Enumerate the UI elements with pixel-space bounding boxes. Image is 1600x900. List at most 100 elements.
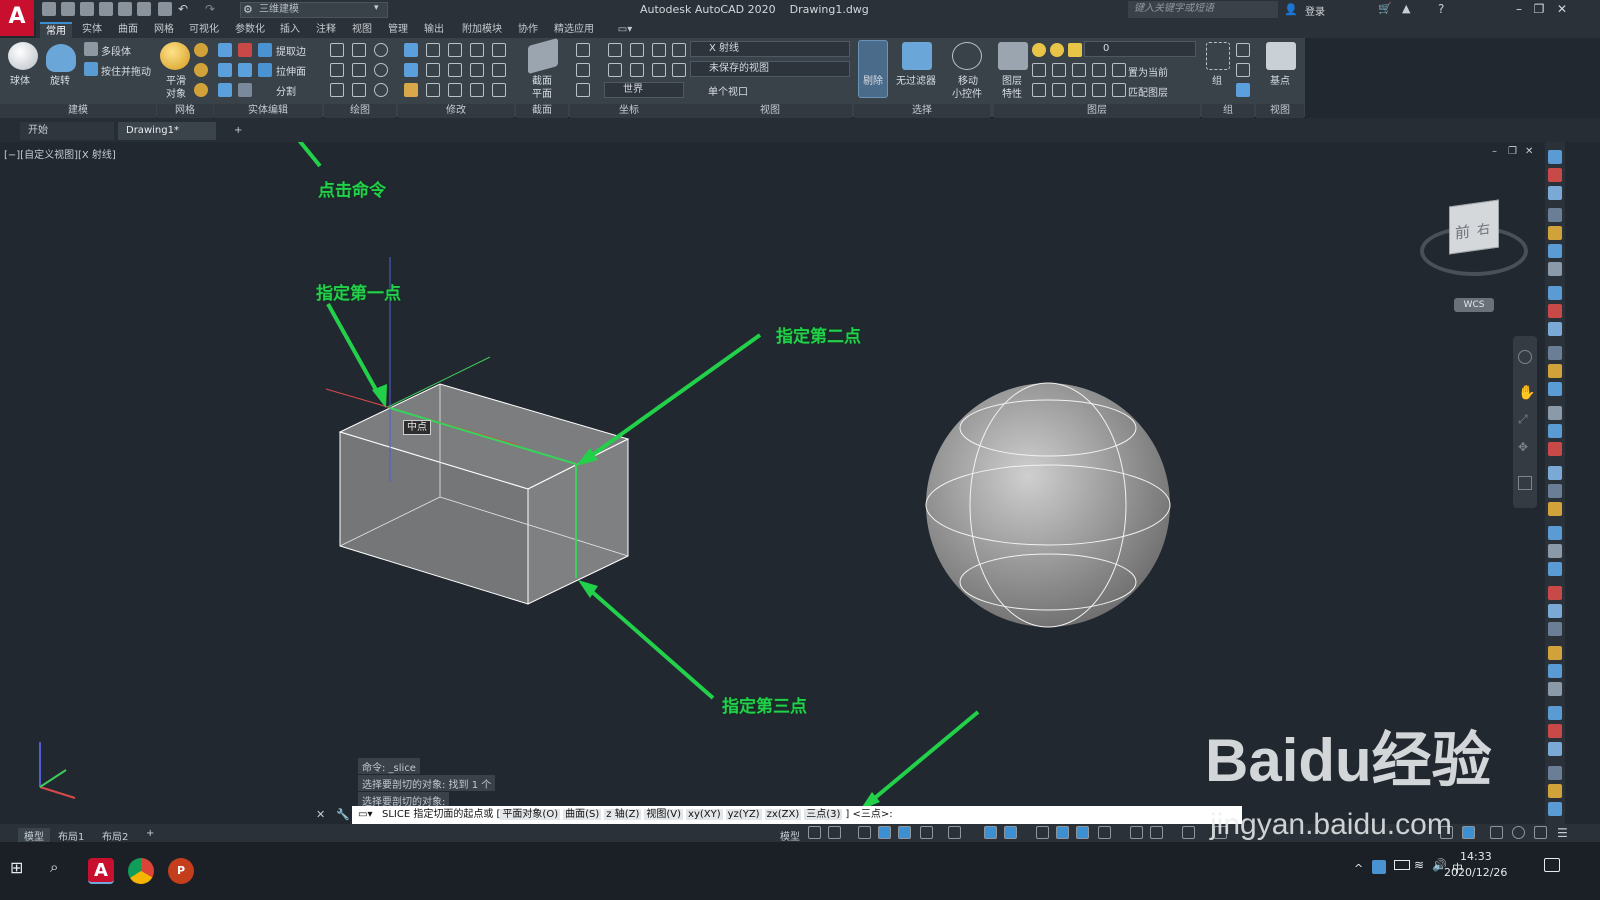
palette-tool-icon[interactable] (1548, 168, 1562, 182)
base-view-icon[interactable] (1266, 42, 1296, 70)
command-option-view[interactable]: 视图(V) (644, 809, 684, 820)
3d-rotate-icon[interactable] (426, 43, 440, 57)
presspull-label[interactable]: 按住并拖动 (101, 63, 151, 78)
panel-label-view[interactable]: 视图 (688, 104, 852, 118)
palette-tool-icon[interactable] (1548, 664, 1562, 678)
ucs-world-select[interactable]: 世界 (604, 82, 684, 98)
selection-cycling-icon[interactable] (1076, 826, 1089, 839)
trim-icon[interactable] (492, 43, 506, 57)
clock-time[interactable]: 14:33 (1460, 850, 1492, 863)
palette-tool-icon[interactable] (1548, 682, 1562, 696)
command-input[interactable]: ▭▾ SLICE 指定切面的起点或 [平面对象(O) 曲面(S) z 轴(Z) 视图(… (352, 806, 1242, 824)
palette-tool-icon[interactable] (1548, 150, 1562, 164)
fullscreen-icon[interactable] (1534, 826, 1547, 839)
group-label[interactable]: 组 (1212, 72, 1222, 87)
plane-label[interactable]: 平面 (532, 85, 552, 100)
command-option-zx[interactable]: zx(ZX) (764, 809, 802, 820)
intersect-icon[interactable] (218, 63, 232, 77)
model-space-button[interactable]: 模型 (780, 828, 800, 843)
palette-tool-icon[interactable] (1548, 784, 1562, 798)
tab-addins[interactable]: 附加模块 (456, 22, 508, 38)
palette-tool-icon[interactable] (1548, 424, 1562, 438)
extrude-faces-icon[interactable] (258, 63, 272, 77)
clean-screen-icon[interactable] (1512, 826, 1525, 839)
workspace-select[interactable]: 三维建模 (240, 2, 388, 18)
powerpoint-taskbar-icon[interactable]: P (168, 858, 194, 884)
layout-tab-model[interactable]: 模型 (18, 828, 50, 843)
notification-icon[interactable] (1544, 858, 1560, 872)
mesh-crease-icon[interactable] (194, 63, 208, 77)
extract-edges-label[interactable]: 提取边 (276, 43, 306, 58)
move-gizmo-icon[interactable] (952, 42, 982, 70)
palette-tool-icon[interactable] (1548, 706, 1562, 720)
command-option-zaxis[interactable]: z 轴(Z) (604, 809, 642, 820)
palette-tool-icon[interactable] (1548, 622, 1562, 636)
palette-tool-icon[interactable] (1548, 742, 1562, 756)
command-option-surface[interactable]: 曲面(S) (563, 809, 602, 820)
panel-label-coordinates[interactable]: 坐标 (570, 104, 688, 118)
palette-tool-icon[interactable] (1548, 484, 1562, 498)
layer-freeze-icon[interactable] (1072, 63, 1086, 77)
ucs-object-icon[interactable] (672, 43, 686, 57)
tab-visualize[interactable]: 可视化 (184, 22, 224, 38)
3d-array-icon[interactable] (470, 43, 484, 57)
help-icon[interactable]: ? (1438, 2, 1444, 16)
cart-icon[interactable]: 🛒 (1378, 2, 1392, 15)
tab-start[interactable]: 开始 (20, 122, 114, 140)
3d-osnap-icon[interactable] (1098, 826, 1111, 839)
autocad-taskbar-icon[interactable]: A (88, 858, 114, 884)
pan-hand-icon[interactable]: ✋ (1518, 385, 1535, 401)
panel-label-mesh[interactable]: 网格 (157, 104, 213, 118)
layer-off-icon[interactable] (1032, 63, 1046, 77)
isolate-objects-icon[interactable] (1490, 826, 1503, 839)
palette-tool-icon[interactable] (1548, 442, 1562, 456)
gizmo-icon[interactable] (1182, 826, 1195, 839)
layout-tab-layout1[interactable]: 布局1 (58, 828, 84, 843)
ucs-zaxis-icon[interactable] (576, 83, 590, 97)
lineweight-icon[interactable] (1036, 826, 1049, 839)
group-select-icon[interactable] (1236, 83, 1250, 97)
zoom-icon[interactable]: ⤢ (1518, 412, 1528, 427)
palette-tool-icon[interactable] (1548, 322, 1562, 336)
tab-annotate[interactable]: 注释 (312, 22, 340, 38)
ungroup-icon[interactable] (1236, 43, 1250, 57)
align-icon[interactable] (404, 63, 418, 77)
save-as-icon[interactable] (99, 2, 113, 16)
rectangle-icon[interactable] (352, 83, 366, 97)
refresh-icon[interactable] (448, 63, 462, 77)
palette-tool-icon[interactable] (1548, 186, 1562, 200)
tab-collaborate[interactable]: 协作 (514, 22, 542, 38)
layer-isolate-icon[interactable] (1052, 63, 1066, 77)
transparency-icon[interactable] (1056, 826, 1069, 839)
layout-tab-layout2[interactable]: 布局2 (102, 828, 128, 843)
add-layout-button[interactable]: + (146, 828, 154, 839)
erase-icon[interactable] (404, 83, 418, 97)
tab-mesh[interactable]: 网格 (150, 22, 178, 38)
dynamic-input-icon[interactable] (878, 826, 891, 839)
add-tab-button[interactable]: + (226, 122, 246, 140)
save-icon[interactable] (80, 2, 94, 16)
chevron-down-icon[interactable]: ▾ (374, 3, 379, 13)
palette-tool-icon[interactable] (1548, 562, 1562, 576)
mirror-icon[interactable] (404, 43, 418, 57)
wifi-icon[interactable]: ≋ (1414, 858, 1424, 872)
viewcube-front-face[interactable]: 前 (1455, 221, 1470, 244)
presspull-icon[interactable] (84, 62, 98, 76)
object-snap-icon[interactable] (1004, 826, 1017, 839)
culling-button[interactable] (858, 40, 888, 98)
ucs-face-icon[interactable] (672, 63, 686, 77)
plot-icon[interactable] (118, 2, 132, 16)
publish-icon[interactable] (137, 2, 151, 16)
palette-tool-icon[interactable] (1548, 406, 1562, 420)
ucs-origin-icon[interactable] (576, 63, 590, 77)
palette-tool-icon[interactable] (1548, 526, 1562, 540)
viewcube[interactable]: 前 右 (1449, 199, 1499, 255)
palette-tool-icon[interactable] (1548, 466, 1562, 480)
panel-label-view-2[interactable]: 视图 (1256, 104, 1304, 118)
command-option-xy[interactable]: xy(XY) (686, 809, 723, 820)
current-layer-select[interactable]: 0 (1084, 41, 1196, 57)
wrench-icon[interactable]: 🔧 (336, 808, 350, 821)
palette-tool-icon[interactable] (1548, 382, 1562, 396)
palette-tool-icon[interactable] (1548, 346, 1562, 360)
search-input[interactable]: 键入关键字或短语 (1128, 1, 1278, 18)
